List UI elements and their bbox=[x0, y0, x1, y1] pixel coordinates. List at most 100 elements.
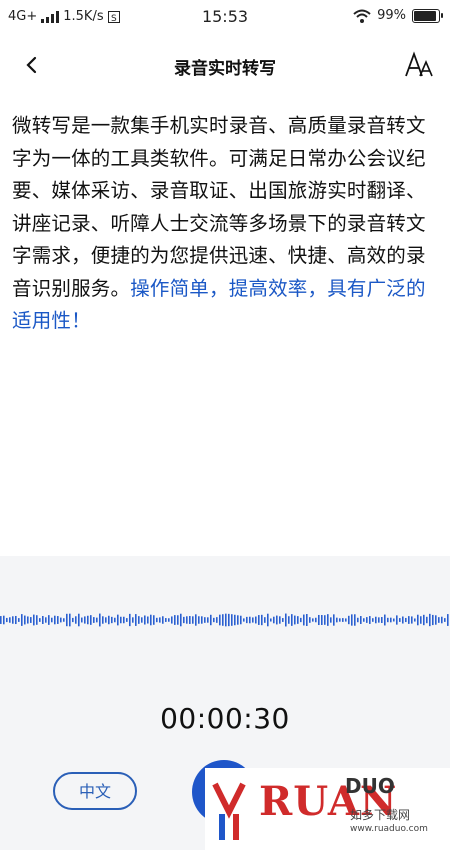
wave-bar bbox=[321, 615, 323, 625]
wave-bar bbox=[300, 617, 302, 623]
wave-bar bbox=[93, 617, 95, 623]
wave-bar bbox=[384, 614, 386, 626]
wave-bar bbox=[249, 616, 251, 624]
wave-bar bbox=[3, 615, 5, 625]
wave-bar bbox=[192, 616, 194, 624]
wave-bar bbox=[198, 616, 200, 624]
wave-bar bbox=[117, 614, 119, 626]
wave-bar bbox=[102, 616, 104, 624]
wave-bar bbox=[237, 615, 239, 625]
wave-bar bbox=[96, 617, 98, 623]
wave-bar bbox=[252, 617, 254, 623]
wave-bar bbox=[66, 613, 68, 627]
wave-bar bbox=[18, 618, 20, 622]
wave-bar bbox=[150, 614, 152, 626]
wave-bar bbox=[312, 618, 314, 622]
wave-bar bbox=[354, 614, 356, 626]
wave-bar bbox=[273, 616, 275, 624]
wave-bar bbox=[78, 613, 80, 627]
wave-bar bbox=[183, 616, 185, 624]
wave-bar bbox=[75, 616, 77, 624]
wave-bar bbox=[342, 618, 344, 622]
wave-bar bbox=[138, 616, 140, 624]
wave-bar bbox=[255, 616, 257, 624]
wave-bar bbox=[339, 618, 341, 622]
wave-bar bbox=[297, 616, 299, 624]
wave-bar bbox=[267, 613, 269, 627]
wave-bar bbox=[360, 616, 362, 624]
wave-bar bbox=[42, 616, 44, 624]
wave-bar bbox=[363, 618, 365, 622]
wave-bar bbox=[15, 615, 17, 625]
wave-bar bbox=[243, 618, 245, 622]
battery-label: 99% bbox=[377, 8, 406, 23]
wave-bar bbox=[390, 617, 392, 623]
wave-bar bbox=[6, 617, 8, 623]
wave-bar bbox=[213, 617, 215, 623]
wave-bar bbox=[126, 618, 128, 622]
watermark-figure-icon bbox=[212, 782, 246, 840]
wave-bar bbox=[378, 617, 380, 623]
font-size-icon[interactable] bbox=[404, 50, 436, 80]
wave-bar bbox=[330, 617, 332, 623]
wave-bar bbox=[54, 615, 56, 625]
wave-bar bbox=[429, 613, 431, 627]
wave-bar bbox=[372, 618, 374, 622]
wave-bar bbox=[324, 615, 326, 625]
wave-bar bbox=[72, 617, 74, 623]
wave-bar bbox=[24, 615, 26, 625]
wave-bar bbox=[123, 616, 125, 624]
wave-bar bbox=[291, 614, 293, 626]
wave-bar bbox=[132, 617, 134, 623]
wave-bar bbox=[228, 613, 230, 627]
wave-bar bbox=[36, 615, 38, 625]
wave-bar bbox=[21, 614, 23, 626]
wave-bar bbox=[180, 613, 182, 627]
wave-bar bbox=[402, 616, 404, 624]
wave-bar bbox=[204, 617, 206, 623]
wave-bar bbox=[351, 614, 353, 626]
wave-bar bbox=[285, 613, 287, 627]
wave-bar bbox=[366, 617, 368, 623]
wave-bar bbox=[177, 615, 179, 625]
wave-bar bbox=[156, 617, 158, 623]
wave-bar bbox=[345, 618, 347, 622]
wave-bar bbox=[120, 616, 122, 624]
wave-bar bbox=[45, 617, 47, 623]
wave-bar bbox=[186, 616, 188, 624]
waveform bbox=[0, 613, 449, 627]
wave-bar bbox=[432, 614, 434, 626]
watermark-brand2: DUO bbox=[345, 774, 395, 798]
page-title: 录音实时转写 bbox=[174, 59, 276, 79]
wave-bar bbox=[231, 614, 233, 626]
wave-bar bbox=[387, 617, 389, 623]
wave-bar bbox=[396, 615, 398, 625]
wave-bar bbox=[69, 613, 71, 627]
language-button[interactable]: 中文 bbox=[53, 772, 137, 810]
transcript-body: 微转写是一款集手机实时录音、高质量录音转文字为一体的工具类软件。可满足日常办公会… bbox=[12, 114, 426, 300]
wave-bar bbox=[282, 618, 284, 622]
wave-bar bbox=[27, 616, 29, 624]
wave-bar bbox=[327, 614, 329, 626]
wave-bar bbox=[408, 616, 410, 624]
wave-bar bbox=[303, 614, 305, 626]
wave-bar bbox=[444, 618, 446, 622]
wave-bar bbox=[216, 617, 218, 623]
wave-bar bbox=[423, 614, 425, 626]
wave-bar bbox=[168, 618, 170, 622]
header: 录音实时转写 bbox=[0, 34, 450, 98]
wave-bar bbox=[309, 617, 311, 623]
wave-bar bbox=[222, 614, 224, 626]
wave-bar bbox=[270, 618, 272, 622]
wifi-icon bbox=[353, 9, 371, 23]
wave-bar bbox=[288, 616, 290, 624]
wave-bar bbox=[12, 616, 14, 624]
wave-bar bbox=[369, 616, 371, 624]
wave-bar bbox=[99, 613, 101, 627]
wave-bar bbox=[108, 615, 110, 625]
wave-bar bbox=[189, 616, 191, 624]
wave-bar bbox=[201, 616, 203, 624]
wave-bar bbox=[144, 615, 146, 625]
wave-bar bbox=[336, 617, 338, 623]
recording-timer: 00:00:30 bbox=[160, 702, 290, 735]
